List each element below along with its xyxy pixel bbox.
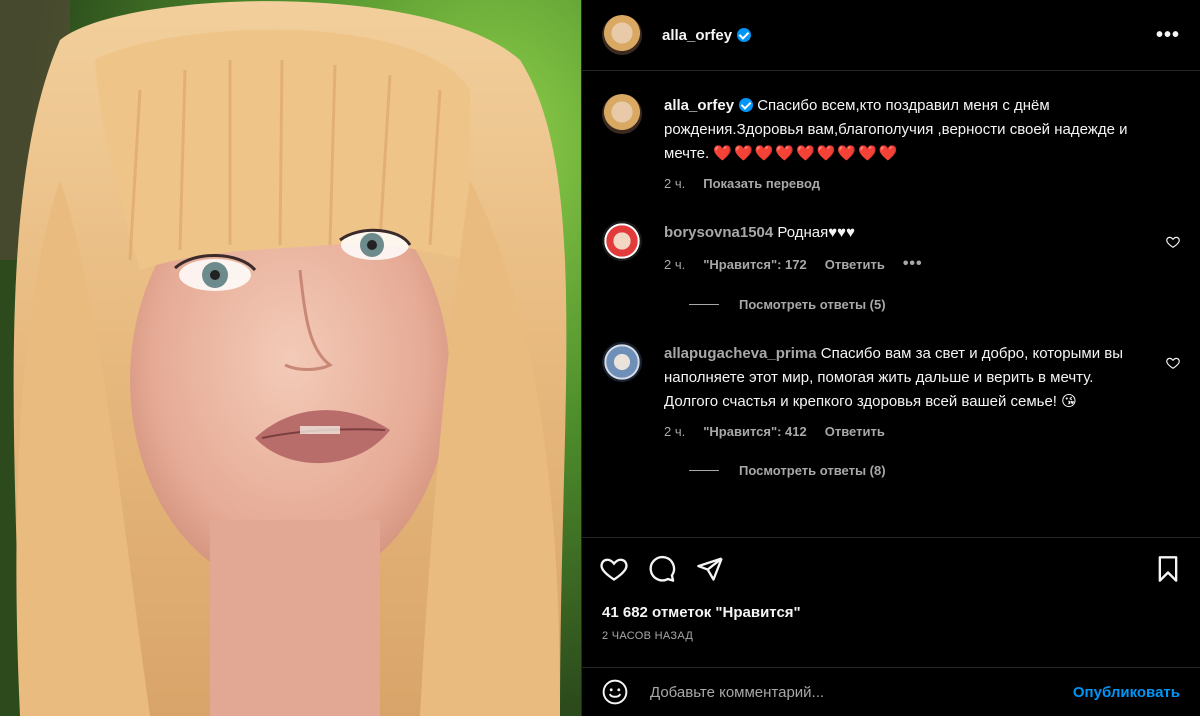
bookmark-icon[interactable] [1154, 555, 1182, 583]
more-icon[interactable]: ••• [1156, 24, 1180, 47]
caption-body: alla_orfey Спасибо всем,кто поздравил ме… [664, 94, 1134, 191]
reply-button[interactable]: Ответить [825, 424, 885, 439]
heart-icon[interactable] [1166, 356, 1180, 370]
post-header: alla_orfey ••• [582, 0, 1200, 71]
caption-hearts: ❤️❤️❤️❤️❤️❤️❤️❤️❤️ [713, 145, 900, 162]
view-replies-label[interactable]: Посмотреть ответы (5) [739, 297, 886, 312]
comment-text: borysovna1504 Родная♥♥♥ [664, 221, 1134, 245]
author-username[interactable]: alla_orfey [662, 27, 752, 44]
caption-username[interactable]: alla_orfey [664, 97, 734, 114]
comment-body: allapugacheva_prima Спасибо вам за свет … [664, 342, 1134, 439]
share-icon[interactable] [696, 555, 724, 583]
comment-input[interactable] [650, 683, 1063, 701]
caption: alla_orfey Спасибо всем,кто поздравил ме… [602, 94, 1180, 191]
view-replies-label[interactable]: Посмотреть ответы (8) [739, 463, 886, 478]
comment-time[interactable]: 2 ч. [664, 424, 685, 439]
comment-meta: 2 ч. "Нравится": 412 Ответить [664, 424, 1134, 439]
post-actions [582, 537, 1200, 600]
caption-meta: 2 ч. Показать перевод [664, 176, 1134, 191]
comment-text: allapugacheva_prima Спасибо вам за свет … [664, 342, 1134, 414]
caption-time[interactable]: 2 ч. [664, 176, 685, 191]
comment-meta: 2 ч. "Нравится": 172 Ответить ••• [664, 255, 1134, 273]
comment-time[interactable]: 2 ч. [664, 257, 685, 272]
comment-likes[interactable]: "Нравится": 172 [703, 257, 807, 272]
portrait-image [0, 0, 581, 716]
author-avatar[interactable] [602, 15, 642, 55]
comment-item: allapugacheva_prima Спасибо вам за свет … [602, 342, 1180, 439]
view-replies-button[interactable]: Посмотреть ответы (8) [689, 463, 1180, 478]
comment-username[interactable]: borysovna1504 [664, 224, 773, 241]
comment-likes[interactable]: "Нравится": 412 [703, 424, 807, 439]
post-photo[interactable] [0, 0, 581, 716]
post-timestamp[interactable]: 2 ЧАСОВ НАЗАД [602, 630, 693, 642]
publish-button[interactable]: Опубликовать [1073, 684, 1180, 701]
likes-count[interactable]: 41 682 отметок "Нравится" [602, 604, 801, 621]
comments-list: alla_orfey Спасибо всем,кто поздравил ме… [582, 72, 1200, 536]
author-username-text[interactable]: alla_orfey [662, 27, 732, 44]
comment-avatar[interactable] [602, 221, 642, 261]
translate-link[interactable]: Показать перевод [703, 176, 820, 191]
view-replies-button[interactable]: Посмотреть ответы (5) [689, 297, 1180, 312]
reply-button[interactable]: Ответить [825, 257, 885, 272]
comment-body: borysovna1504 Родная♥♥♥ 2 ч. "Нравится":… [664, 221, 1134, 273]
caption-text: alla_orfey Спасибо всем,кто поздравил ме… [664, 94, 1134, 166]
emoji-icon[interactable] [602, 679, 628, 705]
comment-more-icon[interactable]: ••• [903, 255, 923, 273]
replies-divider [689, 470, 719, 471]
verified-icon [737, 27, 752, 42]
post-modal: alla_orfey ••• alla_orfey Спасибо всем,к… [0, 0, 1200, 716]
replies-divider [689, 304, 719, 305]
heart-icon[interactable] [600, 555, 628, 583]
comment-item: borysovna1504 Родная♥♥♥ 2 ч. "Нравится":… [602, 221, 1180, 273]
comment-content: Родная♥♥♥ [777, 224, 855, 241]
add-comment-bar: Опубликовать [582, 667, 1200, 716]
comment-avatar[interactable] [602, 342, 642, 382]
comment-icon[interactable] [648, 555, 676, 583]
verified-icon [739, 98, 754, 112]
comment-username[interactable]: allapugacheva_prima [664, 345, 817, 362]
heart-icon[interactable] [1166, 235, 1180, 249]
caption-avatar[interactable] [602, 94, 642, 134]
post-sidebar: alla_orfey ••• alla_orfey Спасибо всем,к… [581, 0, 1200, 716]
